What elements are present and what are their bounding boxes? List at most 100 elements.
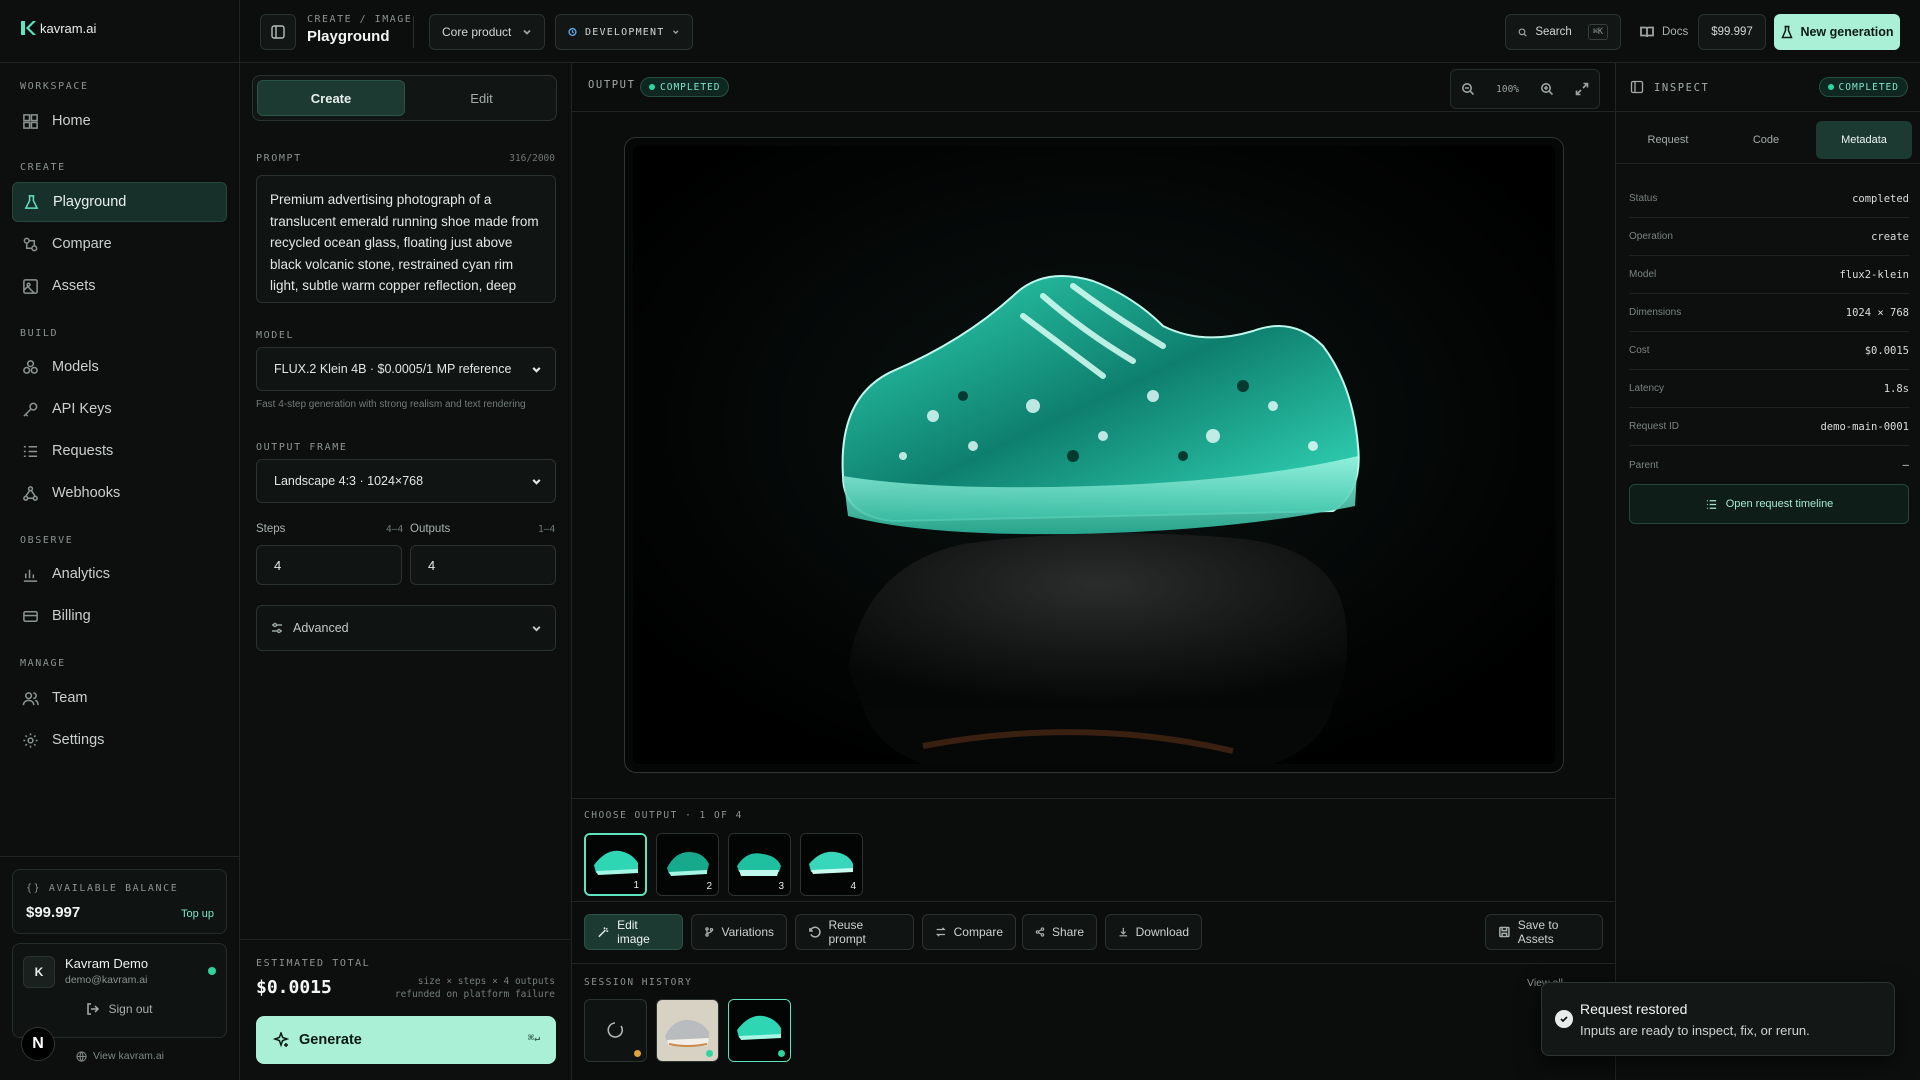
sidebar-item-requests[interactable]: Requests: [12, 431, 227, 471]
balance-chip[interactable]: $99.997: [1698, 14, 1766, 50]
edit-image-button[interactable]: Edit image: [584, 914, 683, 950]
zoom-out-icon[interactable]: [1461, 82, 1475, 96]
new-generation-label: New generation: [1800, 25, 1894, 39]
environment-select[interactable]: DEVELOPMENT: [555, 14, 693, 50]
sign-out-button[interactable]: Sign out: [13, 1002, 226, 1016]
project-select[interactable]: Core product: [429, 14, 545, 50]
action-label: Compare: [953, 925, 1003, 939]
n-badge[interactable]: N: [21, 1027, 55, 1061]
status-dot: [778, 1050, 785, 1057]
environment-icon: [568, 27, 577, 37]
outputs-label: Outputs: [410, 523, 451, 535]
docs-link[interactable]: Docs: [1628, 14, 1700, 50]
share-button[interactable]: Share: [1022, 914, 1097, 950]
history-item-sneaker[interactable]: [656, 999, 719, 1062]
environment-value: DEVELOPMENT: [585, 26, 665, 38]
model-value: FLUX.2 Klein 4B · $0.0005/1 MP reference: [274, 362, 512, 376]
sidebar-item-playground[interactable]: Playground: [12, 182, 227, 222]
compare-button[interactable]: Compare: [922, 914, 1016, 950]
meta-key: Cost: [1629, 345, 1650, 356]
section-manage: MANAGE: [20, 658, 66, 669]
tab-code[interactable]: Code: [1718, 121, 1814, 159]
timeline-label: Open request timeline: [1725, 498, 1834, 510]
save-to-assets-button[interactable]: Save to Assets: [1485, 914, 1603, 950]
meta-value: 1024 × 768: [1845, 306, 1909, 319]
tab-create[interactable]: Create: [257, 80, 405, 116]
sidebar-item-models[interactable]: Models: [12, 347, 227, 387]
sidebar-item-billing[interactable]: Billing: [12, 596, 227, 636]
meta-row-request-id: Request ID demo-main-0001: [1629, 408, 1909, 446]
sidebar-item-label: Playground: [53, 194, 127, 210]
reuse-prompt-button[interactable]: Reuse prompt: [795, 914, 914, 950]
action-label: Variations: [721, 925, 774, 939]
flask-icon: [24, 194, 39, 209]
generated-image[interactable]: [633, 146, 1555, 764]
refund-note: refunded on platform failure: [394, 989, 555, 1000]
meta-value: create: [1871, 230, 1909, 243]
variations-button[interactable]: Variations: [691, 914, 787, 950]
user-name: Kavram Demo: [65, 956, 149, 971]
toggle-sidebar-button[interactable]: [260, 14, 296, 50]
inspect-tabs: Request Code Metadata: [1620, 117, 1917, 163]
meta-key: Latency: [1629, 383, 1665, 394]
output-thumb-2[interactable]: 2: [656, 833, 719, 896]
divider: [1616, 111, 1920, 112]
sidebar-item-team[interactable]: Team: [12, 678, 227, 718]
top-up-link[interactable]: Top up: [181, 908, 214, 920]
thumb-number: 1: [633, 880, 639, 891]
grid-icon: [23, 113, 38, 129]
steps-input[interactable]: 4: [256, 545, 402, 585]
wand-icon: [598, 927, 609, 938]
new-generation-button[interactable]: New generation: [1774, 14, 1900, 50]
balance-label: {} AVAILABLE BALANCE: [26, 883, 179, 894]
download-button[interactable]: Download: [1105, 914, 1202, 950]
sidebar-item-label: Requests: [52, 443, 114, 459]
sidebar-item-webhooks[interactable]: Webhooks: [12, 473, 227, 513]
toast-notification[interactable]: Request restored Inputs are ready to ins…: [1541, 982, 1895, 1056]
meta-value[interactable]: demo-main-0001: [1820, 421, 1909, 433]
meta-value: —: [1902, 459, 1909, 471]
sidebar-item-analytics[interactable]: Analytics: [12, 554, 227, 594]
open-request-timeline-button[interactable]: Open request timeline: [1629, 484, 1909, 524]
search-shortcut: ⌘K: [1587, 24, 1608, 40]
output-thumb-4[interactable]: 4: [800, 833, 863, 896]
sidebar-item-home[interactable]: Home: [12, 101, 227, 141]
search-button[interactable]: Search ⌘K: [1505, 14, 1621, 50]
prompt-label: PROMPT: [256, 153, 302, 164]
divider: [572, 901, 1615, 902]
sidebar-item-label: Settings: [52, 732, 105, 748]
meta-row-cost: Cost $0.0015: [1629, 332, 1909, 370]
tab-metadata[interactable]: Metadata: [1816, 121, 1912, 159]
steps-range: 4–4: [386, 524, 404, 535]
tab-edit[interactable]: Edit: [409, 80, 554, 116]
section-observe: OBSERVE: [20, 535, 74, 546]
action-label: Edit image: [617, 918, 650, 946]
output-thumb-1[interactable]: 1: [584, 833, 647, 896]
sidebar-item-label: Assets: [52, 278, 96, 294]
outputs-input[interactable]: 4: [410, 545, 556, 585]
meta-row-operation: Operation create: [1629, 218, 1909, 256]
sidebar-item-api-keys[interactable]: API Keys: [12, 389, 227, 429]
avatar[interactable]: K: [23, 956, 55, 988]
brand-logo[interactable]: kavram.ai: [20, 20, 96, 36]
history-item-emerald-shoe[interactable]: [728, 999, 791, 1062]
model-select[interactable]: FLUX.2 Klein 4B · $0.0005/1 MP reference: [256, 347, 556, 391]
breadcrumb: CREATE / IMAGE Playground: [307, 14, 412, 45]
fullscreen-icon[interactable]: [1575, 82, 1589, 96]
generate-button[interactable]: Generate ⌘↵: [256, 1016, 556, 1064]
output-thumb-3[interactable]: 3: [728, 833, 791, 896]
advanced-toggle[interactable]: Advanced: [256, 605, 556, 651]
view-site-link[interactable]: View kavram.ai: [76, 1050, 164, 1062]
history-item-pending[interactable]: [584, 999, 647, 1062]
zoom-in-icon[interactable]: [1540, 82, 1554, 96]
sidebar-item-settings[interactable]: Settings: [12, 720, 227, 760]
action-label: Save to Assets: [1517, 918, 1559, 946]
inspect-panel: INSPECT COMPLETED Request Code Metadata …: [1615, 63, 1920, 1080]
breadcrumb-path: CREATE / IMAGE: [307, 14, 413, 25]
output-frame-select[interactable]: Landscape 4:3 · 1024×768: [256, 459, 556, 503]
prompt-textarea[interactable]: Premium advertising photograph of a tran…: [256, 175, 556, 303]
sidebar-item-assets[interactable]: Assets: [12, 266, 227, 306]
sidebar-item-compare[interactable]: Compare: [12, 224, 227, 264]
sign-out-label: Sign out: [108, 1002, 153, 1016]
tab-request[interactable]: Request: [1620, 121, 1716, 159]
